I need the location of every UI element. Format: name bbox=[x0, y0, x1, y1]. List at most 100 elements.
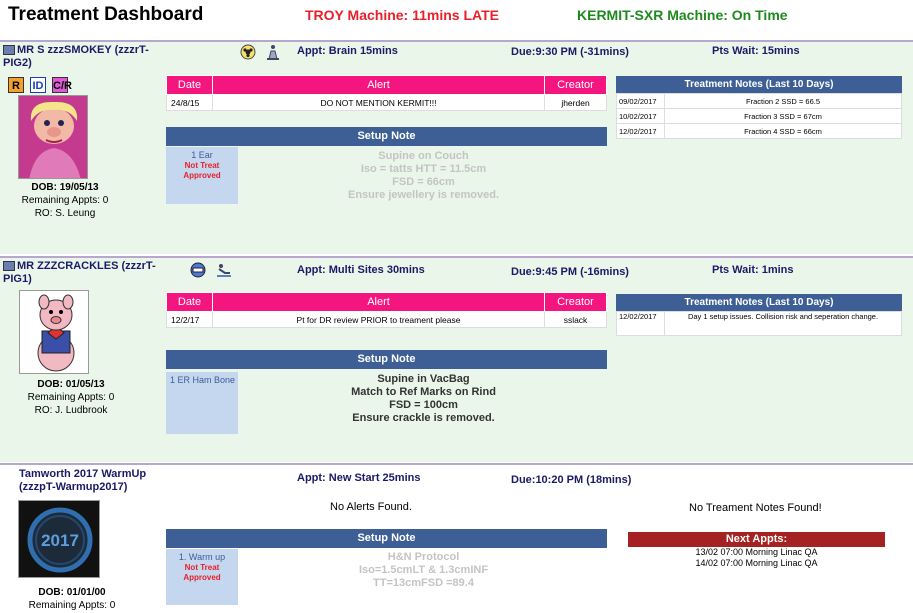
patient-name-text: MR ZZZCRACKLES (zzzrT-PIG1) bbox=[3, 260, 156, 285]
list-item[interactable]: 13/02 07:00 Morning Linac QA bbox=[628, 547, 885, 558]
list-item[interactable]: 14/02 07:00 Morning Linac QA bbox=[628, 558, 885, 569]
patient-card: MR ZZZCRACKLES (zzzrT-PIG1) DOB: 01/05/1… bbox=[0, 256, 913, 462]
setup-note-body: Supine on Couch Iso = tatts HTT = 11.5cm… bbox=[240, 150, 607, 202]
fraction-cell[interactable]: 1 Ear Not Treat Approved bbox=[166, 147, 238, 204]
remaining-appts: Remaining Appts: 0 bbox=[21, 195, 109, 206]
patient-icons bbox=[190, 262, 232, 283]
setup-note-body: Supine in VacBag Match to Ref Marks on R… bbox=[240, 373, 607, 425]
patient-info: DOB: 19/05/13 Remaining Appts: 0 RO: S. … bbox=[5, 181, 125, 220]
alert-creator: jherden bbox=[544, 94, 607, 111]
badge-cr[interactable]: C/R bbox=[52, 77, 72, 93]
patient-card: Tamworth 2017 WarmUp (zzzpT-Warmup2017) … bbox=[0, 463, 913, 613]
setup-line: TT=13cmFSD =89.4 bbox=[373, 577, 474, 589]
treatment-notes-header: Treatment Notes (Last 10 Days) bbox=[616, 294, 902, 311]
setup-note-header: Setup Note bbox=[166, 350, 607, 369]
setup-line: Iso=1.5cmLT & 1.3cmINF bbox=[358, 564, 489, 576]
note-date: 12/02/2017 bbox=[616, 311, 665, 336]
kermit-machine-status: KERMIT-SXR Machine: On Time bbox=[577, 7, 788, 23]
table-row[interactable]: 12/02/2017 Day 1 setup issues. Collision … bbox=[616, 311, 902, 336]
setup-line: Supine in VacBag bbox=[377, 373, 470, 385]
treatment-notes-header: Treatment Notes (Last 10 Days) bbox=[616, 76, 902, 93]
treatment-notes: Treatment Notes (Last 10 Days) 09/02/201… bbox=[616, 76, 902, 139]
alert-text: Pt for DR review PRIOR to treament pleas… bbox=[212, 311, 545, 328]
patient-info: DOB: 01/05/13 Remaining Appts: 0 RO: J. … bbox=[11, 378, 131, 417]
setup-line: Supine on Couch bbox=[378, 150, 469, 162]
porky-pig-photo bbox=[19, 290, 89, 374]
patient-dob: DOB: 01/01/00 bbox=[38, 587, 106, 598]
patient-info: DOB: 01/01/00 Remaining Appts: 0 bbox=[12, 586, 132, 612]
patient-wait: Pts Wait: 1mins bbox=[712, 264, 794, 276]
remaining-appts: Remaining Appts: 0 bbox=[28, 600, 116, 611]
patient-name[interactable]: Tamworth 2017 WarmUp (zzzpT-Warmup2017) bbox=[19, 468, 179, 494]
biohazard-icon[interactable] bbox=[240, 44, 256, 65]
setup-line: FSD = 66cm bbox=[392, 176, 455, 188]
note-date: 12/02/2017 bbox=[616, 123, 665, 139]
not-treat-approved: Not Treat Approved bbox=[183, 563, 221, 582]
no-notes-message: No Treament Notes Found! bbox=[689, 502, 822, 514]
alerts-header-creator: Creator bbox=[544, 292, 607, 312]
setup-note-header: Setup Note bbox=[166, 127, 607, 146]
not-treat-approved: Not Treat Approved bbox=[183, 161, 221, 180]
treatment-notes: Treatment Notes (Last 10 Days) 12/02/201… bbox=[616, 294, 902, 336]
patient-card-icon bbox=[3, 261, 15, 272]
badge-r[interactable]: R bbox=[8, 77, 24, 93]
radiation-oncologist: RO: J. Ludbrook bbox=[34, 405, 108, 416]
fraction-label: 1 ER Ham Bone bbox=[170, 375, 236, 385]
alerts-header-alert: Alert bbox=[212, 292, 545, 312]
patient-position-icon[interactable] bbox=[266, 44, 280, 65]
table-row[interactable]: 12/02/2017 Fraction 4 SSD = 66cm bbox=[616, 123, 902, 139]
alert-text: DO NOT MENTION KERMIT!!! bbox=[212, 94, 545, 111]
fraction-cell[interactable]: 1 ER Ham Bone bbox=[166, 372, 238, 434]
alerts-header-date: Date bbox=[166, 292, 213, 312]
setup-line: Ensure crackle is removed. bbox=[352, 412, 495, 424]
note-date: 09/02/2017 bbox=[616, 93, 665, 109]
alerts-table: Date Alert Creator 24/8/15 DO NOT MENTIO… bbox=[166, 75, 607, 111]
setup-note-header: Setup Note bbox=[166, 529, 607, 548]
appointment: Appt: New Start 25mins bbox=[297, 472, 421, 484]
note-text: Fraction 3 SSD = 67cm bbox=[664, 108, 902, 124]
setup-line: FSD = 100cm bbox=[389, 399, 458, 411]
setup-line: Iso = tatts HTT = 11.5cm bbox=[360, 163, 487, 175]
logo-text: 2017 bbox=[41, 531, 79, 550]
alerts-header-creator: Creator bbox=[544, 75, 607, 95]
due-time: Due:10:20 PM (18mins) bbox=[511, 474, 632, 486]
appointment: Appt: Multi Sites 30mins bbox=[297, 264, 425, 276]
alerts-table: Date Alert Creator 12/2/17 Pt for DR rev… bbox=[166, 292, 607, 328]
radiation-oncologist: RO: S. Leung bbox=[34, 208, 96, 219]
note-date: 10/02/2017 bbox=[616, 108, 665, 124]
setup-line: Ensure jewellery is removed. bbox=[347, 189, 500, 201]
alert-creator: sslack bbox=[544, 311, 607, 328]
alert-date: 12/2/17 bbox=[166, 311, 213, 328]
table-row[interactable]: 24/8/15 DO NOT MENTION KERMIT!!! jherden bbox=[166, 94, 607, 111]
due-time: Due:9:45 PM (-16mins) bbox=[511, 266, 629, 278]
patient-name-text: MR S zzzSMOKEY (zzzrT-PIG2) bbox=[3, 44, 149, 69]
patient-dob: DOB: 19/05/13 bbox=[31, 182, 99, 193]
due-time: Due:9:30 PM (-31mins) bbox=[511, 46, 629, 58]
note-text: Fraction 4 SSD = 66cm bbox=[664, 123, 902, 139]
patient-badges: R ID C/R bbox=[8, 77, 72, 93]
troy-machine-status: TROY Machine: 11mins LATE bbox=[305, 7, 499, 23]
setup-note-body: H&N Protocol Iso=1.5cmLT & 1.3cmINF TT=1… bbox=[240, 551, 607, 590]
table-row[interactable]: 10/02/2017 Fraction 3 SSD = 67cm bbox=[616, 108, 902, 124]
patient-card-icon bbox=[3, 45, 15, 56]
setup-line: Match to Ref Marks on Rind bbox=[351, 386, 496, 398]
fraction-label: 1 Ear bbox=[191, 150, 213, 160]
page-title: Treatment Dashboard bbox=[8, 4, 204, 25]
patient-name[interactable]: MR S zzzSMOKEY (zzzrT-PIG2) bbox=[3, 44, 163, 70]
table-row[interactable]: 12/2/17 Pt for DR review PRIOR to treame… bbox=[166, 311, 607, 328]
alerts-header-alert: Alert bbox=[212, 75, 545, 95]
setup-line: H&N Protocol bbox=[387, 551, 460, 563]
remaining-appts: Remaining Appts: 0 bbox=[27, 392, 115, 403]
patient-position-icon[interactable] bbox=[216, 262, 232, 283]
warmup-2017-logo: 2017 bbox=[18, 500, 100, 578]
badge-id[interactable]: ID bbox=[30, 77, 46, 93]
table-row[interactable]: 09/02/2017 Fraction 2 SSD = 66.5 bbox=[616, 93, 902, 109]
fraction-label: 1. Warm up bbox=[178, 552, 226, 562]
no-alerts-message: No Alerts Found. bbox=[330, 501, 412, 513]
next-appts-header: Next Appts: bbox=[628, 532, 885, 547]
fraction-cell[interactable]: 1. Warm up Not Treat Approved bbox=[166, 549, 238, 605]
patient-name[interactable]: MR ZZZCRACKLES (zzzrT-PIG1) bbox=[3, 260, 163, 286]
note-text: Day 1 setup issues. Collision risk and s… bbox=[664, 311, 902, 336]
face-icon[interactable] bbox=[190, 262, 206, 283]
alerts-header-date: Date bbox=[166, 75, 213, 95]
